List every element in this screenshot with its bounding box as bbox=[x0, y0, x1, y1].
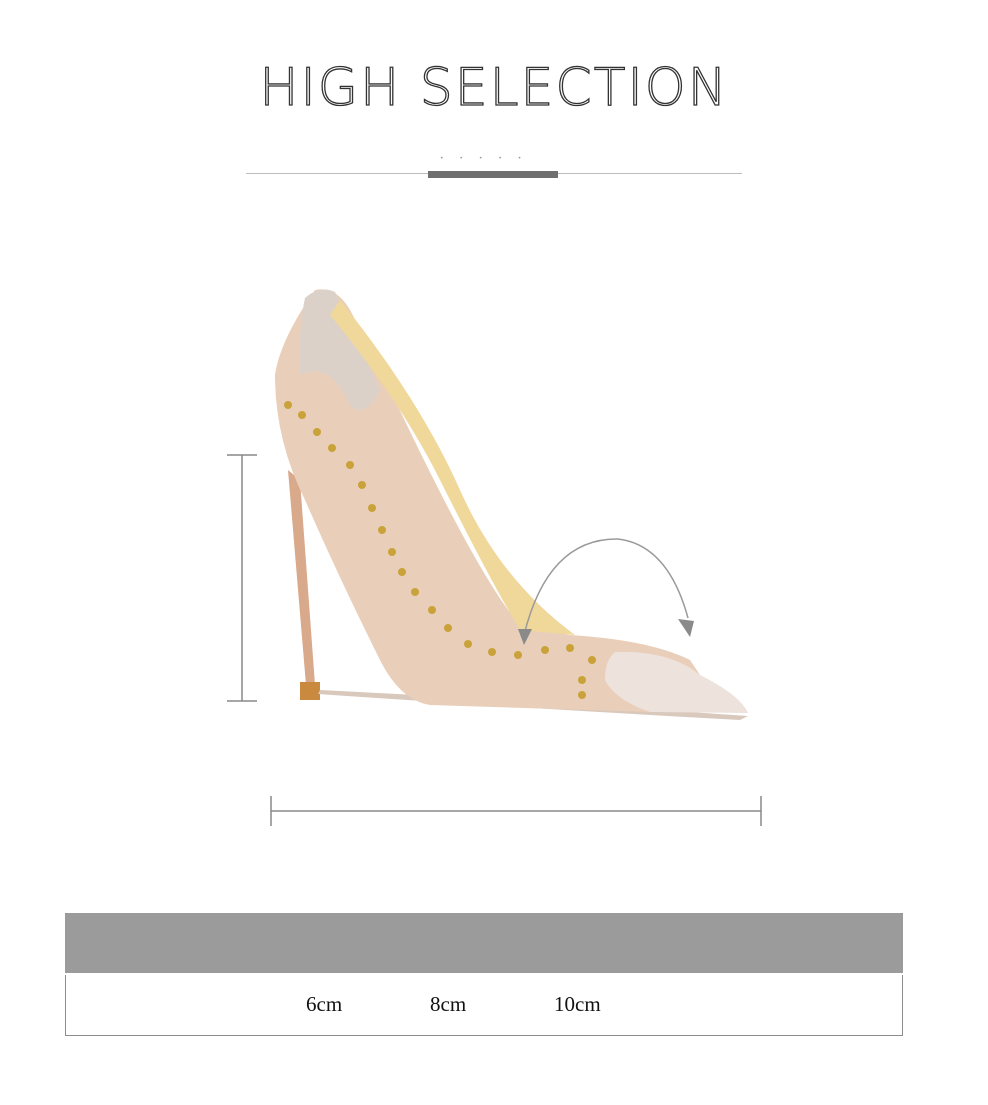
page-title: HIGH SELECTION bbox=[259, 58, 729, 118]
size-table-header bbox=[65, 913, 903, 973]
height-option-8cm[interactable]: 8cm bbox=[430, 992, 466, 1017]
divider-accent bbox=[428, 171, 558, 178]
height-bracket-icon bbox=[227, 454, 257, 702]
curved-arrow-icon bbox=[518, 538, 694, 645]
heel-height-options: 6cm 8cm 10cm bbox=[65, 975, 903, 1036]
height-option-10cm[interactable]: 10cm bbox=[554, 992, 601, 1017]
length-bracket-icon bbox=[270, 796, 762, 826]
decorative-dots: • • • • • bbox=[440, 155, 529, 162]
shoe-illustration bbox=[275, 289, 748, 720]
heel-tip bbox=[300, 682, 320, 700]
height-option-6cm[interactable]: 6cm bbox=[306, 992, 342, 1017]
